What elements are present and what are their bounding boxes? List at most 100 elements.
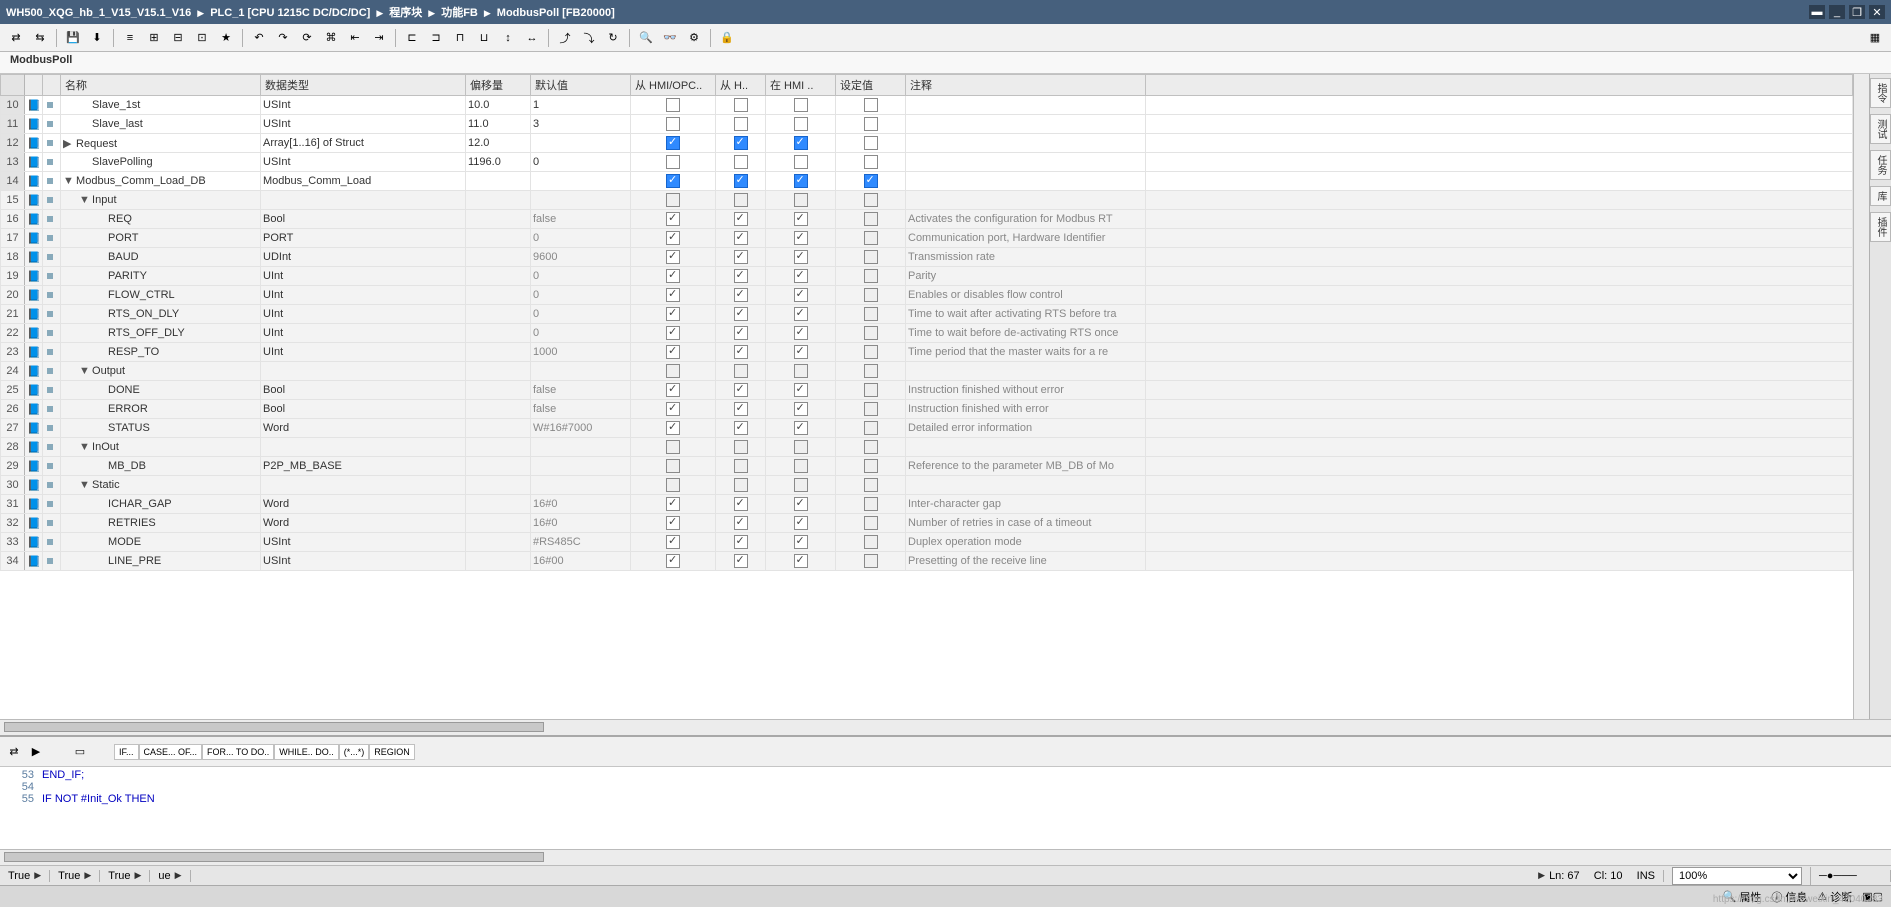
cell-default[interactable]: 1000	[531, 343, 631, 362]
cell-default[interactable]	[531, 134, 631, 153]
col-datatype[interactable]: 数据类型	[261, 75, 466, 96]
tool-icon[interactable]: ⊓	[450, 28, 470, 48]
checkbox[interactable]	[666, 250, 680, 264]
nav-right-icon[interactable]: ▶	[84, 870, 91, 881]
checkbox[interactable]	[864, 345, 878, 359]
cell-type[interactable]: Bool	[261, 400, 466, 419]
expand-toggle[interactable]: ▼	[63, 175, 73, 187]
table-row[interactable]: 26📘 ERRORBoolfalseInstruction finished w…	[1, 400, 1853, 419]
nav-right-icon[interactable]: ▶	[34, 870, 41, 881]
cell-type[interactable]: UInt	[261, 286, 466, 305]
table-row[interactable]: 31📘 ICHAR_GAPWord16#0Inter-character gap	[1, 495, 1853, 514]
code-hscrollbar[interactable]	[0, 849, 1891, 865]
cell-comment[interactable]: Activates the configuration for Modbus R…	[906, 210, 1146, 229]
tool-icon[interactable]: ≡	[120, 28, 140, 48]
checkbox[interactable]	[666, 383, 680, 397]
checkbox[interactable]	[666, 421, 680, 435]
cell-type[interactable]: UInt	[261, 343, 466, 362]
checkbox[interactable]	[864, 250, 878, 264]
table-row[interactable]: 34📘 LINE_PREUSInt16#00Presetting of the …	[1, 552, 1853, 571]
checkbox[interactable]	[864, 117, 878, 131]
col-hmi2[interactable]: 从 H..	[716, 75, 766, 96]
checkbox[interactable]	[794, 250, 808, 264]
checkbox[interactable]	[666, 98, 680, 112]
cell-type[interactable]: UDInt	[261, 248, 466, 267]
tool-icon[interactable]: ⟳	[297, 28, 317, 48]
cell-type[interactable]	[261, 191, 466, 210]
table-row[interactable]: 17📘 PORTPORT0Communication port, Hardwar…	[1, 229, 1853, 248]
table-row[interactable]: 18📘 BAUDUDInt9600Transmission rate	[1, 248, 1853, 267]
checkbox[interactable]	[864, 136, 878, 150]
cell-name[interactable]: MODE	[61, 533, 261, 552]
code-snippet-tab[interactable]: REGION	[369, 744, 415, 760]
checkbox[interactable]	[734, 117, 748, 131]
sidebar-tab[interactable]: 指令	[1870, 78, 1891, 108]
checkbox[interactable]	[666, 345, 680, 359]
nav-right-icon[interactable]: ▶	[1538, 870, 1545, 881]
tool-icon[interactable]: ⇆	[30, 28, 50, 48]
cell-comment[interactable]: Transmission rate	[906, 248, 1146, 267]
checkbox[interactable]	[794, 193, 808, 207]
cell-name[interactable]: RTS_OFF_DLY	[61, 324, 261, 343]
sidebar-tab[interactable]: 插件	[1870, 212, 1891, 242]
block-icon[interactable]: ▭	[70, 742, 90, 762]
cell-type[interactable]: PORT	[261, 229, 466, 248]
checkbox[interactable]	[734, 421, 748, 435]
table-row[interactable]: 33📘 MODEUSInt#RS485CDuplex operation mod…	[1, 533, 1853, 552]
cell-default[interactable]: false	[531, 381, 631, 400]
checkbox[interactable]	[864, 326, 878, 340]
cell-name[interactable]: LINE_PRE	[61, 552, 261, 571]
close-icon[interactable]: ✕	[1869, 5, 1885, 19]
cell-name[interactable]: PARITY	[61, 267, 261, 286]
breadcrumb-segment[interactable]: WH500_XQG_hb_1_V15_V15.1_V16	[6, 7, 191, 19]
table-row[interactable]: 32📘 RETRIESWord16#0Number of retries in …	[1, 514, 1853, 533]
maximize-icon[interactable]: ❐	[1849, 5, 1865, 19]
cell-type[interactable]: Modbus_Comm_Load	[261, 172, 466, 191]
col-offset[interactable]: 偏移量	[466, 75, 531, 96]
tool-icon[interactable]: ⊞	[144, 28, 164, 48]
col-name[interactable]: 名称	[61, 75, 261, 96]
checkbox[interactable]	[864, 459, 878, 473]
checkbox[interactable]	[734, 98, 748, 112]
cell-default[interactable]: 16#0	[531, 495, 631, 514]
checkbox[interactable]	[734, 383, 748, 397]
cell-comment[interactable]	[906, 476, 1146, 495]
checkbox[interactable]	[734, 535, 748, 549]
checkbox[interactable]	[794, 174, 808, 188]
cell-name[interactable]: PORT	[61, 229, 261, 248]
tool-icon[interactable]: ⌘	[321, 28, 341, 48]
checkbox[interactable]	[794, 364, 808, 378]
checkbox[interactable]	[794, 459, 808, 473]
checkbox[interactable]	[666, 516, 680, 530]
code-editor[interactable]: 53END_IF;5455IF NOT #Init_Ok THEN	[0, 767, 1891, 849]
cell-comment[interactable]: Time to wait after activating RTS before…	[906, 305, 1146, 324]
checkbox[interactable]	[794, 307, 808, 321]
checkbox[interactable]	[794, 516, 808, 530]
undo-icon[interactable]: ↶	[249, 28, 269, 48]
table-row[interactable]: 22📘 RTS_OFF_DLYUInt0Time to wait before …	[1, 324, 1853, 343]
checkbox[interactable]	[794, 117, 808, 131]
cell-comment[interactable]: Time to wait before de-activating RTS on…	[906, 324, 1146, 343]
cell-default[interactable]: 0	[531, 267, 631, 286]
cell-comment[interactable]: Communication port, Hardware Identifier	[906, 229, 1146, 248]
table-row[interactable]: 30📘▼ Static	[1, 476, 1853, 495]
expand-toggle[interactable]: ▼	[79, 365, 89, 377]
cell-default[interactable]: false	[531, 400, 631, 419]
cell-type[interactable]: USInt	[261, 96, 466, 115]
code-snippet-tab[interactable]: FOR... TO DO..	[202, 744, 274, 760]
checkbox[interactable]	[734, 516, 748, 530]
checkbox[interactable]	[734, 364, 748, 378]
cell-default[interactable]: 0	[531, 153, 631, 172]
cell-type[interactable]: UInt	[261, 305, 466, 324]
cell-name[interactable]: ▼ InOut	[61, 438, 261, 457]
cell-type[interactable]: Bool	[261, 381, 466, 400]
table-row[interactable]: 12📘▶ RequestArray[1..16] of Struct12.0	[1, 134, 1853, 153]
code-snippet-tab[interactable]: WHILE.. DO..	[274, 744, 339, 760]
star-icon[interactable]: ★	[216, 28, 236, 48]
tool-icon[interactable]: ↻	[603, 28, 623, 48]
cell-comment[interactable]	[906, 115, 1146, 134]
cell-default[interactable]	[531, 191, 631, 210]
checkbox[interactable]	[734, 155, 748, 169]
cell-default[interactable]: W#16#7000	[531, 419, 631, 438]
cell-default[interactable]: 16#00	[531, 552, 631, 571]
